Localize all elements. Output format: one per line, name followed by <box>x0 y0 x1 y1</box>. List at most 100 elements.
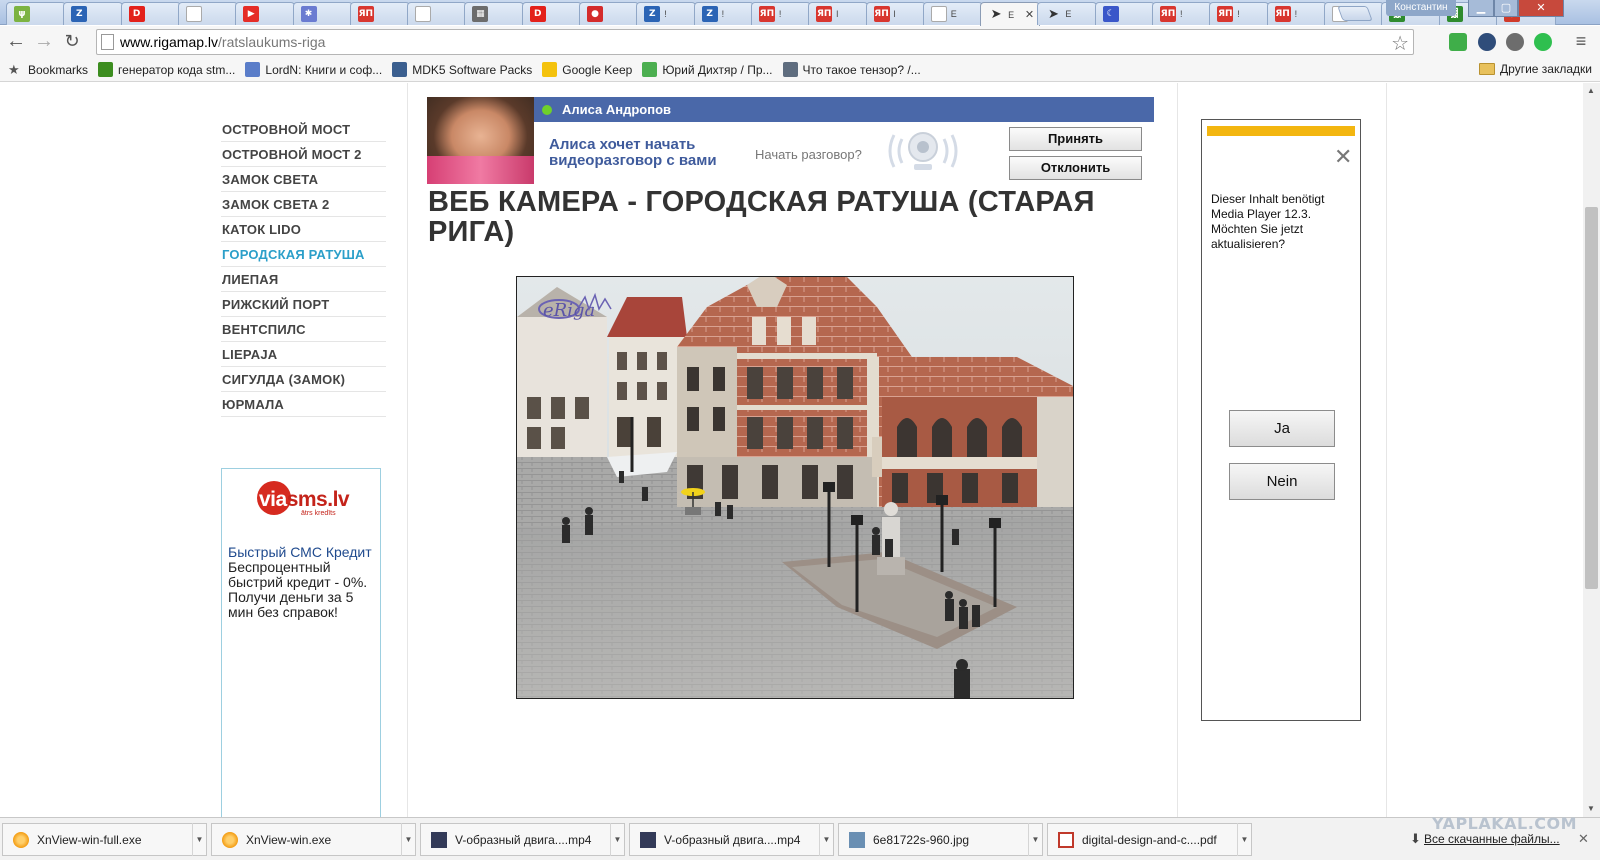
bookmark-label: генератор кода stm... <box>118 62 236 77</box>
bookmark-item[interactable]: MDK5 Software Packs <box>392 62 532 77</box>
back-arrow-icon[interactable]: ← <box>4 30 28 54</box>
tab[interactable]: ЯП! <box>1152 2 1212 25</box>
video-chat-popup-ad[interactable]: Алиса Андропов Алиса хочет начать видеор… <box>427 97 1154 184</box>
bookmark-item[interactable]: ★ Bookmarks <box>8 62 88 77</box>
extension-feedly-icon[interactable] <box>1449 33 1467 51</box>
tab[interactable]: Z <box>63 2 124 25</box>
close-tab-icon[interactable]: ✕ <box>1025 8 1034 21</box>
tab[interactable]: Z! <box>693 2 754 25</box>
yap-icon: ЯП <box>1274 6 1291 22</box>
extension-green-circle-icon[interactable] <box>1534 33 1552 51</box>
tab[interactable]: E <box>922 2 983 25</box>
sidebar-nav-item[interactable]: РИЖСКИЙ ПОРТ <box>221 292 386 317</box>
close-icon[interactable]: ✕ <box>1334 144 1352 170</box>
tab[interactable]: ЯП! <box>1209 2 1270 25</box>
media-player-popup-ad[interactable]: ✕ Dieser Inhalt benötigt Media Player 12… <box>1201 119 1361 721</box>
yes-button[interactable]: Ja <box>1229 410 1335 447</box>
bookmark-item[interactable]: генератор кода stm... <box>98 62 235 77</box>
accept-button[interactable]: Принять <box>1009 127 1142 151</box>
download-menu-arrow-icon[interactable]: ▼ <box>401 823 415 856</box>
sidebar-nav-item[interactable]: ЛИЕПАЯ <box>221 267 386 292</box>
download-item[interactable]: V-образный двига....mp4 ▼ <box>629 823 834 856</box>
other-bookmarks[interactable]: Другие закладки <box>1479 62 1592 76</box>
tab[interactable]: D <box>120 2 181 25</box>
sidebar-nav-item[interactable]: ЗАМОК СВЕТА <box>221 167 386 192</box>
sidebar-nav-item[interactable]: ЮРМАЛА <box>221 392 386 417</box>
download-item[interactable]: V-образный двига....mp4 ▼ <box>420 823 625 856</box>
sidebar-nav-item[interactable]: ГОРОДСКАЯ РАТУША <box>221 242 386 267</box>
ad-title-link[interactable]: Быстрый СМС Кредит <box>228 545 374 560</box>
tab[interactable]: ☾ <box>1094 2 1155 25</box>
viasms-ad[interactable]: viasms.lv ātrs kredīts Быстрый СМС Креди… <box>221 468 381 817</box>
close-window-button[interactable]: ✕ <box>1518 0 1564 17</box>
no-button[interactable]: Nein <box>1229 463 1335 500</box>
tab[interactable] <box>407 2 468 25</box>
image-file-icon <box>849 831 865 848</box>
tab[interactable]: ➤ E <box>1037 2 1098 25</box>
sidebar-nav-item[interactable]: КАТОК LIDO <box>221 217 386 242</box>
tab[interactable]: ➤ E ✕ <box>980 2 1041 26</box>
sidebar-nav-item[interactable]: ОСТРОВНОЙ МОСТ <box>221 117 386 142</box>
bookmark-label: Google Keep <box>562 62 633 77</box>
extension-ghost-icon[interactable] <box>1506 33 1524 51</box>
tab-title: ! <box>1237 9 1240 19</box>
tab[interactable]: ЯП! <box>750 2 811 25</box>
scrollbar-thumb[interactable] <box>1585 207 1598 589</box>
red-circle-icon: ● <box>587 6 603 22</box>
tab[interactable]: ЯП l <box>865 2 926 25</box>
bookmark-item[interactable]: Google Keep <box>542 62 632 77</box>
new-tab-button[interactable] <box>1337 6 1373 21</box>
forward-arrow-icon[interactable]: → <box>32 30 56 54</box>
minimize-button[interactable]: ▁ <box>1468 0 1494 17</box>
download-item[interactable]: XnView-win.exe ▼ <box>211 823 416 856</box>
extension-shield-icon[interactable] <box>1478 33 1496 51</box>
tab[interactable]: ▦ <box>464 2 525 25</box>
xnview-icon <box>13 831 29 848</box>
sidebar-nav: ОСТРОВНОЙ МОСТ ОСТРОВНОЙ МОСТ 2 ЗАМОК СВЕТ… <box>221 117 386 417</box>
page-scrollbar[interactable]: ▲ ▼ <box>1583 83 1600 817</box>
tab[interactable]: ● <box>579 2 639 25</box>
tab[interactable]: Z! <box>636 2 697 25</box>
tab[interactable]: ψ <box>6 2 66 25</box>
bookmark-item[interactable]: LordN: Книги и соф... <box>245 62 382 77</box>
maximize-button[interactable]: ▢ <box>1494 0 1518 17</box>
moon-icon: ☾ <box>1102 6 1119 22</box>
sidebar-nav-item[interactable]: LIEPAJA <box>221 342 386 367</box>
sidebar-nav-item[interactable]: ОСТРОВНОЙ МОСТ 2 <box>221 142 386 167</box>
download-item[interactable]: XnView-win-full.exe ▼ <box>2 823 207 856</box>
all-downloads-link[interactable]: Все скачанные файлы... <box>1424 832 1560 846</box>
download-item[interactable]: digital-design-and-c....pdf ▼ <box>1047 823 1252 856</box>
sidebar-nav-item[interactable]: ВЕНТСПИЛС <box>221 317 386 342</box>
download-item[interactable]: 6e81722s-960.jpg ▼ <box>838 823 1043 856</box>
download-menu-arrow-icon[interactable]: ▼ <box>610 823 624 856</box>
caller-photo <box>427 97 534 184</box>
tab[interactable]: ЯП l <box>808 2 869 25</box>
menu-icon[interactable]: ≡ <box>1569 30 1593 54</box>
tab[interactable]: D <box>521 2 582 25</box>
tab[interactable] <box>177 2 238 25</box>
bookmark-item[interactable]: Что такое тензор? /... <box>782 62 921 77</box>
scroll-down-arrow-icon[interactable]: ▼ <box>1587 804 1595 813</box>
tab[interactable]: ЯП <box>349 2 410 25</box>
decline-button[interactable]: Отклонить <box>1009 156 1142 180</box>
reload-icon[interactable]: ↻ <box>60 30 84 54</box>
tab[interactable]: ✱ <box>292 2 353 25</box>
bookmark-star-icon[interactable]: ☆ <box>1391 31 1409 56</box>
close-shelf-icon[interactable]: ✕ <box>1578 831 1589 847</box>
download-filename: XnView-win.exe <box>246 832 332 847</box>
download-menu-arrow-icon[interactable]: ▼ <box>1237 823 1251 856</box>
download-menu-arrow-icon[interactable]: ▼ <box>819 823 833 856</box>
sidebar-nav-item[interactable]: ЗАМОК СВЕТА 2 <box>221 192 386 217</box>
caller-name: Алиса Андропов <box>562 102 672 117</box>
download-menu-arrow-icon[interactable]: ▼ <box>1028 823 1042 856</box>
download-menu-arrow-icon[interactable]: ▼ <box>192 823 206 856</box>
scroll-up-arrow-icon[interactable]: ▲ <box>1587 86 1595 95</box>
tab-title: ! <box>778 9 782 19</box>
profile-badge[interactable]: Константин <box>1386 0 1456 16</box>
tab[interactable]: ЯП! <box>1266 2 1327 25</box>
bookmark-item[interactable]: Юрий Дихтяр / Пр... <box>642 62 773 77</box>
address-bar[interactable]: www.rigamap.lv/ratslaukums-riga ☆ <box>96 29 1414 55</box>
tab[interactable]: ▶ <box>235 2 296 25</box>
sidebar-nav-item[interactable]: СИГУЛДА (ЗАМОК) <box>221 367 386 392</box>
bookmarks-bar: ★ Bookmarks генератор кода stm... LordN: Кн… <box>0 58 1600 82</box>
